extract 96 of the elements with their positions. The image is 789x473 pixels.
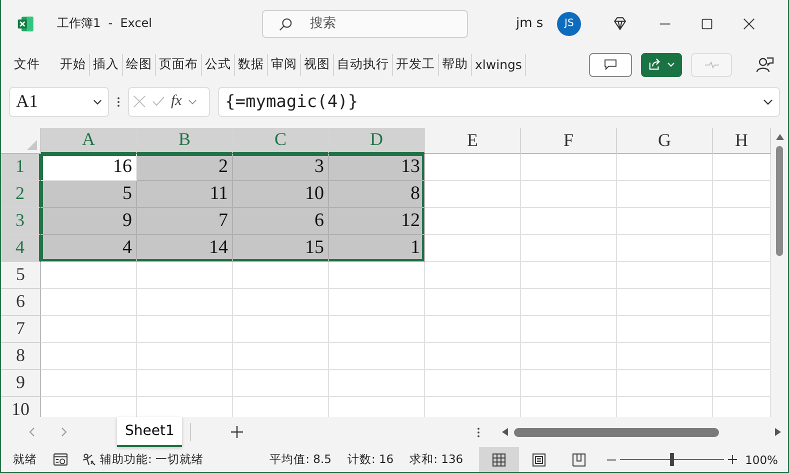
share-icon xyxy=(648,58,661,72)
row-header[interactable]: 9 xyxy=(1,370,41,397)
close-icon[interactable] xyxy=(743,18,756,30)
ribbon-tab[interactable]: 帮助 xyxy=(439,56,471,74)
chevron-down-icon xyxy=(93,98,102,105)
scroll-right-icon[interactable] xyxy=(775,428,781,436)
formula-field[interactable]: {=mymagic(4)} xyxy=(218,86,780,117)
ribbon-tab[interactable]: 插入 xyxy=(90,56,122,74)
column-header[interactable]: A xyxy=(41,128,137,154)
share-button[interactable] xyxy=(641,52,682,77)
horizontal-scrollbar-thumb[interactable] xyxy=(514,428,719,437)
table-cell: 12 xyxy=(329,208,425,235)
expand-icon[interactable] xyxy=(763,98,773,105)
ribbon-tab[interactable]: 数据 xyxy=(235,56,267,74)
maximize-icon[interactable] xyxy=(701,18,714,30)
status-statistic: 平均值: 8.5 xyxy=(270,452,332,468)
triangle-icon xyxy=(27,140,37,150)
table-cell: 4 xyxy=(41,234,137,262)
comment-icon xyxy=(604,59,617,70)
zoom-level[interactable]: 100% xyxy=(745,452,778,467)
search-field[interactable]: 搜索 xyxy=(262,10,468,38)
row-header[interactable]: 8 xyxy=(1,342,41,370)
person-chat-icon[interactable] xyxy=(756,56,774,74)
table-cell: 16 xyxy=(41,154,137,181)
ribbon-tab[interactable]: 开始 xyxy=(57,56,89,74)
row-header[interactable]: 2 xyxy=(1,180,41,208)
pulse-icon xyxy=(704,60,718,69)
ribbon-tab[interactable]: 开发工 xyxy=(393,56,438,74)
column-header[interactable]: D xyxy=(329,128,425,154)
scroll-left-icon[interactable] xyxy=(502,428,508,436)
name-box[interactable]: A1 xyxy=(9,86,109,117)
row-header[interactable]: 6 xyxy=(1,288,41,316)
table-cell: 15 xyxy=(233,234,329,262)
add-sheet-icon[interactable] xyxy=(231,426,244,438)
status-text: 就绪 xyxy=(13,452,37,468)
column-header[interactable]: F xyxy=(521,128,617,154)
ribbon-tab[interactable]: xlwings xyxy=(472,57,525,72)
more-options-icon[interactable] xyxy=(477,426,480,438)
row-header[interactable]: 1 xyxy=(1,154,41,181)
grid-icon xyxy=(492,452,506,467)
macro-recording-icon[interactable] xyxy=(53,453,68,466)
table-cell: 10 xyxy=(233,180,329,208)
accessibility-status[interactable]: 辅助功能: 一切就绪 xyxy=(100,452,204,468)
zoom-in-icon[interactable] xyxy=(728,455,738,464)
more-options-icon[interactable] xyxy=(117,96,120,108)
ribbon-tab[interactable]: 文件 xyxy=(11,56,43,74)
row-header[interactable]: 3 xyxy=(1,208,41,235)
user-name: jm s xyxy=(516,16,544,32)
status-statistic: 求和: 136 xyxy=(410,452,464,468)
table-cell: 11 xyxy=(137,180,233,208)
table-cell: 5 xyxy=(41,180,137,208)
zoom-out-icon[interactable] xyxy=(607,458,616,461)
ribbon-tab[interactable]: 页面布 xyxy=(156,56,201,74)
caret-icon xyxy=(667,62,675,68)
table-cell: 13 xyxy=(329,154,425,181)
normal-view-button[interactable] xyxy=(479,447,520,472)
table-cell: 1 xyxy=(329,234,425,262)
table-cell: 6 xyxy=(233,208,329,235)
comments-button[interactable] xyxy=(589,52,632,77)
table-cell: 9 xyxy=(41,208,137,235)
scroll-up-icon[interactable] xyxy=(776,134,784,140)
table-cell: 14 xyxy=(137,234,233,262)
column-header[interactable]: G xyxy=(617,128,713,154)
chevron-down-icon xyxy=(188,98,197,105)
ribbon-tab[interactable]: 公式 xyxy=(202,56,234,74)
next-sheet-icon[interactable] xyxy=(61,427,67,438)
table-cell: 2 xyxy=(137,154,233,181)
user-avatar[interactable]: JS xyxy=(557,12,582,36)
ribbon-tab[interactable]: 自动执行 xyxy=(334,56,392,74)
row-header[interactable]: 7 xyxy=(1,316,41,343)
window-title: 工作簿1 - Excel xyxy=(57,15,152,32)
table-cell: 8 xyxy=(329,180,425,208)
zoom-slider-thumb[interactable] xyxy=(670,453,674,466)
row-header[interactable]: 5 xyxy=(1,262,41,289)
column-header[interactable]: H xyxy=(713,128,771,154)
ribbon-tab[interactable]: 视图 xyxy=(301,56,333,74)
accessibility-icon[interactable] xyxy=(82,452,96,467)
table-cell: 3 xyxy=(233,154,329,181)
sheet-tab[interactable]: Sheet1 xyxy=(117,417,182,448)
ribbon-tab[interactable]: 绘图 xyxy=(123,56,155,74)
page-icon xyxy=(532,452,546,467)
insert-function-button[interactable]: fx xyxy=(171,93,182,110)
column-header[interactable]: B xyxy=(137,128,233,154)
row-header[interactable]: 4 xyxy=(1,234,41,262)
vertical-scrollbar-thumb[interactable] xyxy=(776,146,783,256)
previous-sheet-icon[interactable] xyxy=(29,427,35,438)
excel-logo-icon xyxy=(17,14,35,33)
row-header[interactable]: 10 xyxy=(1,396,41,418)
table-cell: 7 xyxy=(137,208,233,235)
column-header[interactable]: E xyxy=(425,128,521,154)
status-statistic: 计数: 16 xyxy=(347,452,394,468)
ribbon-tab[interactable]: 审阅 xyxy=(268,56,300,74)
search-icon xyxy=(278,16,294,32)
check-icon[interactable] xyxy=(152,95,165,108)
column-header[interactable]: C xyxy=(233,128,329,154)
page-break-icon xyxy=(572,452,586,467)
